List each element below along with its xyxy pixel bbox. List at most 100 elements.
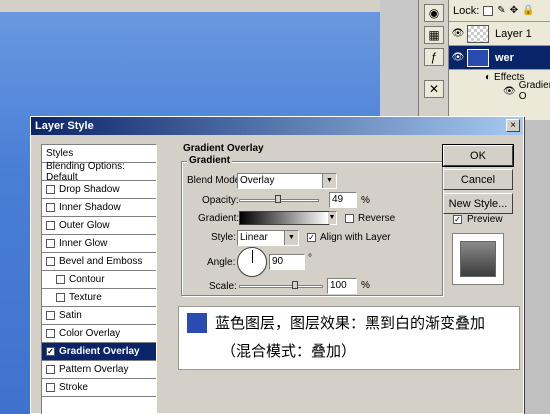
eye-icon[interactable]: 👁 [503,86,516,97]
lock-bar: Lock: ✎ ✥ 🔒 [449,0,550,22]
style-list-item[interactable]: Stroke [42,379,156,397]
angle-unit: ° [308,253,312,264]
style-checkbox[interactable] [46,221,55,230]
align-with-layer-checkbox[interactable]: ✓ [307,233,316,242]
style-checkbox[interactable] [46,365,55,374]
gradient-swatch[interactable] [239,211,329,225]
lock-label: Lock: [453,4,480,17]
style-checkbox[interactable] [56,293,65,302]
layer-row[interactable]: 👁 Layer 1 [449,22,550,46]
style-list-item[interactable]: Blending Options: Default [42,160,156,183]
eye-icon[interactable]: 👁 [449,28,467,39]
style-checkbox[interactable] [46,329,55,338]
style-checkbox[interactable]: ✓ [46,347,55,356]
chevron-down-icon: ▼ [284,231,298,245]
tools-icon[interactable]: ✕ [424,80,444,98]
close-icon[interactable]: × [506,119,520,132]
style-list-label: Color Overlay [59,328,121,339]
ok-button[interactable]: OK [442,144,514,167]
style-list-item[interactable]: ✓ Gradient Overlay [42,343,156,361]
chevron-down-icon: ▼ [328,212,336,224]
style-list-label: Inner Glow [59,238,108,249]
new-style-button[interactable]: New Style... [443,193,513,214]
style-list-label: Drop Shadow [59,184,120,195]
style-checkbox[interactable] [46,257,55,266]
preview-label: Preview [467,214,503,225]
effect-item-label: Gradient O [518,80,550,102]
note-line-1: 蓝色图层，图层效果：黑到白的渐变叠加 [215,314,486,332]
panel-toolstrip: ◉ ▦ ƒ ✕ [418,0,448,120]
style-list-item[interactable]: Satin [42,307,156,325]
eye-icon[interactable]: 👁 [449,52,467,63]
style-list-label: Outer Glow [59,220,110,231]
blend-mode-label: Blend Mode: [187,175,244,186]
style-list-item[interactable]: Bevel and Emboss [42,253,156,271]
layer-name: wer [495,51,514,64]
dialog-titlebar[interactable]: Layer Style [31,117,523,135]
scale-label: Scale: [209,281,237,292]
scale-input[interactable]: 100 [327,278,357,294]
gradient-label: Gradient: [198,213,240,224]
style-checkbox[interactable] [46,383,55,392]
style-list-item[interactable]: Pattern Overlay [42,361,156,379]
effect-item-row[interactable]: 👁 Gradient O [449,80,550,102]
style-list-label: Blending Options: Default [46,160,125,183]
style-list-item[interactable]: Inner Glow [42,235,156,253]
style-list-label: Stroke [59,382,88,393]
style-list-label: Gradient Overlay [59,346,140,357]
blend-mode-value: Overlay [240,175,275,186]
camera-icon[interactable]: ◉ [424,4,444,22]
gradient-picker-dropdown[interactable]: ▼ [328,211,337,225]
opacity-slider-thumb[interactable] [275,195,282,203]
fx-icon[interactable]: ƒ [424,48,444,66]
preview-checkbox[interactable]: ✓ [453,215,462,224]
style-list-item[interactable]: Drop Shadow [42,181,156,199]
checkerboard-icon[interactable] [483,5,494,16]
style-list-label: Bevel and Emboss [59,256,143,267]
angle-label: Angle: [207,257,236,268]
style-checkbox[interactable] [46,239,55,248]
layer-name: Layer 1 [495,27,532,40]
effects-icon: ◐ [485,71,492,83]
style-list-item[interactable]: Color Overlay [42,325,156,343]
opacity-input[interactable]: 49 [329,192,357,208]
style-label: Style: [211,232,237,243]
layer-row-selected[interactable]: 👁 wer [449,46,550,70]
move-icon[interactable]: ✥ [510,5,518,16]
lock-icon[interactable]: 🔒 [522,5,534,16]
reverse-checkbox[interactable] [345,214,354,223]
style-list-label: Inner Shadow [59,202,121,213]
angle-dial[interactable] [237,247,267,277]
blend-mode-dropdown[interactable]: Overlay ▼ [237,173,337,189]
scale-slider-thumb[interactable] [292,281,299,289]
layers-panel: Lock: ✎ ✥ 🔒 👁 Layer 1 👁 wer ◐ Effects 👁 … [448,0,550,120]
style-checkbox[interactable] [46,185,55,194]
angle-input[interactable]: 90 [269,254,305,270]
style-checkbox[interactable] [46,311,55,320]
grid-icon[interactable]: ▦ [424,26,444,44]
style-list-item[interactable]: Outer Glow [42,217,156,235]
style-dropdown[interactable]: Linear ▼ [237,230,299,246]
dialog-title: Layer Style [35,120,94,132]
style-checkbox[interactable] [46,203,55,212]
brush-icon[interactable]: ✎ [497,5,505,16]
blue-layer-swatch [187,313,207,333]
style-list: Styles Blending Options: Default Drop Shad… [41,144,157,414]
opacity-label: Opacity: [202,195,239,206]
style-list-item[interactable]: Inner Shadow [42,199,156,217]
reverse-label: Reverse [358,213,396,224]
style-list-label: Contour [69,274,105,285]
scale-unit: % [361,280,370,291]
canvas-top-strip [0,0,418,12]
align-label: Align with Layer [320,232,391,243]
style-preview [452,233,504,285]
scale-slider[interactable] [239,285,323,288]
style-checkbox[interactable] [56,275,65,284]
annotation-note: 蓝色图层，图层效果：黑到白的渐变叠加 （混合模式：叠加） [178,306,520,370]
layer-thumbnail [467,24,489,43]
style-list-item[interactable]: Texture [42,289,156,307]
style-list-label: Satin [59,310,82,321]
cancel-button[interactable]: Cancel [443,169,513,190]
style-list-label: Pattern Overlay [59,364,129,375]
style-list-item[interactable]: Contour [42,271,156,289]
